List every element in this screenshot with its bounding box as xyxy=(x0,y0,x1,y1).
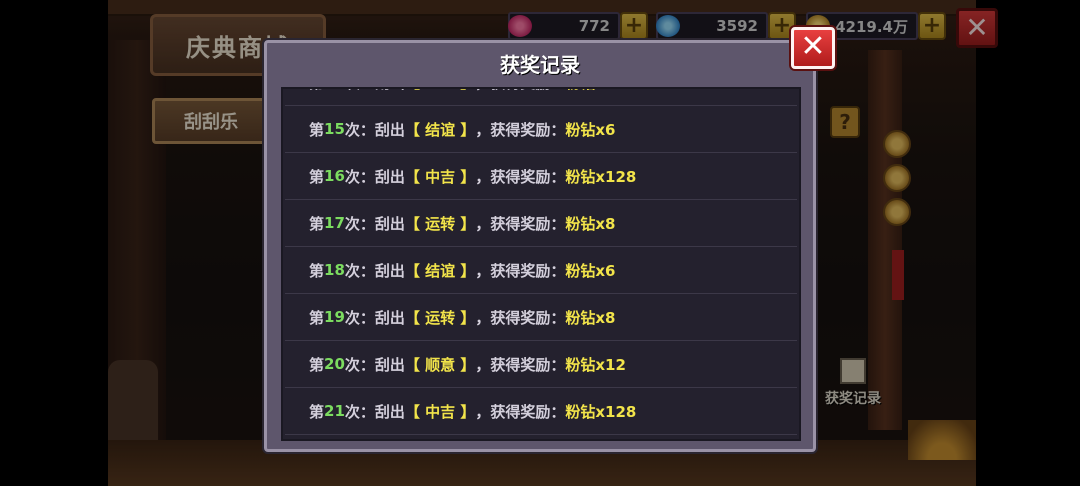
record-reward: 粉钻x128 xyxy=(565,402,637,421)
record-row: 第 20 次：刮出【 顺意 】，获得奖励： 粉钻x12 xyxy=(285,341,797,388)
record-separator: ，获得奖励： xyxy=(475,261,566,280)
record-mid-text: 次：刮出 xyxy=(344,355,405,374)
record-prefix: 第 xyxy=(309,308,325,327)
record-mid-text: 次：刮出 xyxy=(344,261,405,280)
record-number: 14 xyxy=(324,89,345,91)
record-number: 20 xyxy=(324,355,345,373)
record-item: 【 运转 】 xyxy=(404,308,476,327)
record-prefix: 第 xyxy=(309,120,325,139)
record-row: 第 17 次：刮出【 运转 】，获得奖励： 粉钻x8 xyxy=(285,200,797,247)
record-number: 15 xyxy=(324,120,345,138)
record-row: 第 18 次：刮出【 结谊 】，获得奖励： 粉钻x6 xyxy=(285,247,797,294)
record-number: 21 xyxy=(324,402,345,420)
record-row: 第 19 次：刮出【 运转 】，获得奖励： 粉钻x8 xyxy=(285,294,797,341)
dialog-title: 获奖记录 xyxy=(500,53,580,77)
record-row: 第 15 次：刮出【 结谊 】，获得奖励： 粉钻x6 xyxy=(285,106,797,153)
record-mid-text: 次：刮出 xyxy=(344,402,405,421)
record-item: 【 中吉 】 xyxy=(404,167,476,186)
record-reward: 粉钻x8 xyxy=(565,308,616,327)
record-reward: 粉钻x6 xyxy=(565,261,616,280)
record-mid-text: 次：刮出 xyxy=(344,120,405,139)
game-screen: 庆典商城 刮刮乐 772 + 3592 + 4219.4万 + ✕ ? 获奖记录… xyxy=(0,0,1080,486)
record-reward: 粉钻×? xyxy=(565,89,616,93)
record-item: 【 结谊 】 xyxy=(404,120,476,139)
record-mid-text: 次：刮出 xyxy=(344,308,405,327)
record-separator: ，获得奖励： xyxy=(475,214,566,233)
record-number: 18 xyxy=(324,261,345,279)
record-prefix: 第 xyxy=(309,89,324,93)
record-prefix: 第 xyxy=(309,402,325,421)
record-mid-text: 次：刮出 xyxy=(344,167,405,186)
record-list-scroll: 第14次：刮出【 ？？ 】，获得奖励：粉钻×?第15次：刮出【 结谊 】，获得奖… xyxy=(283,89,799,435)
record-mid-text: 次：刮出 xyxy=(345,89,405,93)
record-separator: ，获得奖励： xyxy=(475,120,566,139)
close-dialog-button[interactable]: ✕ xyxy=(791,27,835,69)
record-prefix: 第 xyxy=(309,261,325,280)
record-prefix: 第 xyxy=(309,214,325,233)
record-separator: ，获得奖励： xyxy=(475,167,566,186)
record-reward: 粉钻x8 xyxy=(565,214,616,233)
record-item: 【 顺意 】 xyxy=(404,355,476,374)
record-separator: ，获得奖励： xyxy=(475,308,566,327)
record-item: 【 结谊 】 xyxy=(404,261,476,280)
record-reward: 粉钻x6 xyxy=(565,120,616,139)
record-number: 17 xyxy=(324,214,345,232)
record-list[interactable]: 第14次：刮出【 ？？ 】，获得奖励：粉钻×?第15次：刮出【 结谊 】，获得奖… xyxy=(281,87,801,441)
record-reward: 粉钻x128 xyxy=(565,167,637,186)
prize-record-dialog: 获奖记录 ✕ 第14次：刮出【 ？？ 】，获得奖励：粉钻×?第15次：刮出【 结… xyxy=(264,27,835,452)
record-item: 【 中吉 】 xyxy=(404,402,476,421)
record-item: 【 运转 】 xyxy=(404,214,476,233)
record-row: 第 16 次：刮出【 中吉 】，获得奖励： 粉钻x128 xyxy=(285,153,797,200)
record-reward: 粉钻x12 xyxy=(565,355,626,374)
record-separator: ，获得奖励： xyxy=(475,89,565,93)
record-prefix: 第 xyxy=(309,167,325,186)
record-separator: ，获得奖励： xyxy=(475,355,566,374)
record-item: 【 ？？ 】 xyxy=(405,89,475,93)
record-number: 19 xyxy=(324,308,345,326)
record-number: 16 xyxy=(324,167,345,185)
record-prefix: 第 xyxy=(309,355,325,374)
record-separator: ，获得奖励： xyxy=(475,402,566,421)
record-row: 第14次：刮出【 ？？ 】，获得奖励：粉钻×? xyxy=(285,89,797,106)
record-mid-text: 次：刮出 xyxy=(344,214,405,233)
record-row: 第 21 次：刮出【 中吉 】，获得奖励： 粉钻x128 xyxy=(285,388,797,435)
